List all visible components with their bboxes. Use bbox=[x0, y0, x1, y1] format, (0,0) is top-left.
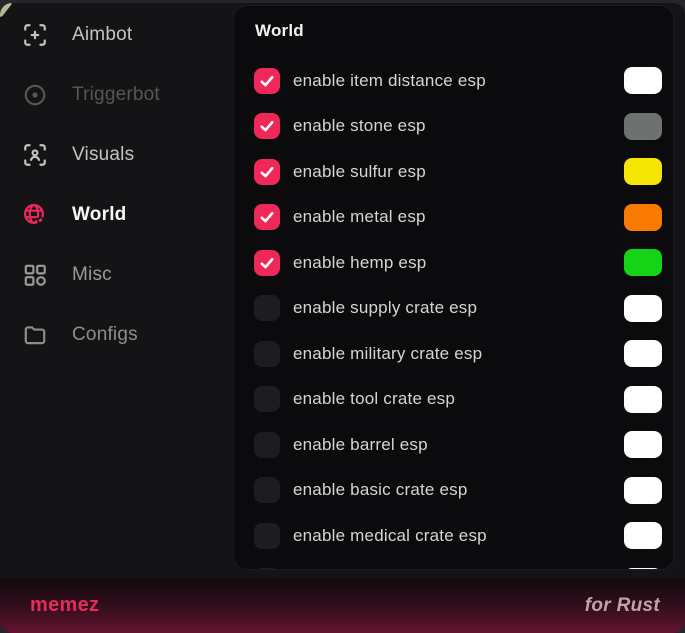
footer: memez for Rust bbox=[0, 578, 685, 633]
esp-option-row: enable item distance esp bbox=[234, 58, 673, 104]
color-swatch[interactable] bbox=[624, 67, 662, 94]
esp-checkbox[interactable] bbox=[254, 250, 280, 276]
esp-option-row: enable medical crate esp bbox=[234, 513, 673, 559]
esp-option-row: enable sulfur esp bbox=[234, 149, 673, 195]
esp-checkbox[interactable] bbox=[254, 113, 280, 139]
brand-text: memez bbox=[30, 594, 99, 617]
sidebar-item-label: Configs bbox=[72, 324, 138, 346]
color-swatch[interactable] bbox=[624, 340, 662, 367]
sidebar-item-label: Visuals bbox=[72, 144, 134, 166]
esp-checkbox[interactable] bbox=[254, 295, 280, 321]
esp-option-label: enable metal esp bbox=[293, 207, 624, 227]
esp-option-label: enable stone esp bbox=[293, 116, 624, 136]
esp-checkbox[interactable] bbox=[254, 341, 280, 367]
check-icon bbox=[258, 254, 276, 272]
check-icon bbox=[258, 72, 276, 90]
globe-icon bbox=[22, 202, 48, 228]
esp-option-row: enable metal esp bbox=[234, 195, 673, 241]
check-icon bbox=[258, 208, 276, 226]
color-swatch[interactable] bbox=[624, 113, 662, 140]
color-swatch[interactable] bbox=[624, 158, 662, 185]
color-swatch[interactable] bbox=[624, 204, 662, 231]
esp-checkbox[interactable] bbox=[254, 568, 280, 570]
sidebar-item-configs[interactable]: Configs bbox=[0, 305, 233, 365]
esp-checkbox[interactable] bbox=[254, 477, 280, 503]
esp-option-row: enable tool crate esp bbox=[234, 377, 673, 423]
sidebar: Aimbot Triggerbot Visuals World Misc Con… bbox=[0, 3, 233, 365]
color-swatch[interactable] bbox=[624, 386, 662, 413]
color-swatch[interactable] bbox=[624, 522, 662, 549]
sidebar-item-label: Misc bbox=[72, 264, 112, 286]
color-swatch[interactable] bbox=[624, 249, 662, 276]
esp-option-label: enable barrel esp bbox=[293, 435, 624, 455]
esp-checkbox[interactable] bbox=[254, 68, 280, 94]
crosshair-icon bbox=[22, 22, 48, 48]
esp-option-label: enable supply crate esp bbox=[293, 298, 624, 318]
esp-option-row: enable hemp esp bbox=[234, 240, 673, 286]
esp-option-row bbox=[234, 559, 673, 571]
esp-option-row: enable military crate esp bbox=[234, 331, 673, 377]
color-swatch[interactable] bbox=[624, 431, 662, 458]
esp-checkbox[interactable] bbox=[254, 159, 280, 185]
esp-checkbox[interactable] bbox=[254, 204, 280, 230]
scan-person-icon bbox=[22, 142, 48, 168]
esp-option-label: enable medical crate esp bbox=[293, 526, 624, 546]
check-icon bbox=[258, 117, 276, 135]
color-swatch[interactable] bbox=[624, 295, 662, 322]
folder-icon bbox=[22, 322, 48, 348]
color-swatch[interactable] bbox=[624, 568, 662, 570]
esp-checkbox[interactable] bbox=[254, 386, 280, 412]
esp-option-list: enable item distance esp enable stone es… bbox=[234, 58, 673, 570]
esp-option-label: enable item distance esp bbox=[293, 71, 624, 91]
esp-option-row: enable barrel esp bbox=[234, 422, 673, 468]
esp-option-label: enable tool crate esp bbox=[293, 389, 624, 409]
esp-option-row: enable stone esp bbox=[234, 104, 673, 150]
cheat-window: Aimbot Triggerbot Visuals World Misc Con… bbox=[0, 3, 685, 633]
esp-checkbox[interactable] bbox=[254, 523, 280, 549]
sidebar-item-label: World bbox=[72, 204, 126, 226]
esp-option-row: enable supply crate esp bbox=[234, 286, 673, 332]
sidebar-item-triggerbot[interactable]: Triggerbot bbox=[0, 65, 233, 125]
sidebar-item-label: Aimbot bbox=[72, 24, 132, 46]
esp-option-label: enable hemp esp bbox=[293, 253, 624, 273]
sidebar-item-aimbot[interactable]: Aimbot bbox=[0, 5, 233, 65]
panel-title: World bbox=[234, 6, 673, 42]
esp-checkbox[interactable] bbox=[254, 432, 280, 458]
color-swatch[interactable] bbox=[624, 477, 662, 504]
circle-dot-icon bbox=[22, 82, 48, 108]
sidebar-item-world[interactable]: World bbox=[0, 185, 233, 245]
world-panel: World enable item distance esp enable st… bbox=[233, 5, 674, 570]
grid-icon bbox=[22, 262, 48, 288]
tagline-text: for Rust bbox=[585, 595, 660, 617]
check-icon bbox=[258, 163, 276, 181]
esp-option-label: enable basic crate esp bbox=[293, 480, 624, 500]
sidebar-item-misc[interactable]: Misc bbox=[0, 245, 233, 305]
sidebar-item-label: Triggerbot bbox=[72, 84, 160, 106]
esp-option-row: enable basic crate esp bbox=[234, 468, 673, 514]
esp-option-label: enable military crate esp bbox=[293, 344, 624, 364]
esp-option-label: enable sulfur esp bbox=[293, 162, 624, 182]
sidebar-item-visuals[interactable]: Visuals bbox=[0, 125, 233, 185]
